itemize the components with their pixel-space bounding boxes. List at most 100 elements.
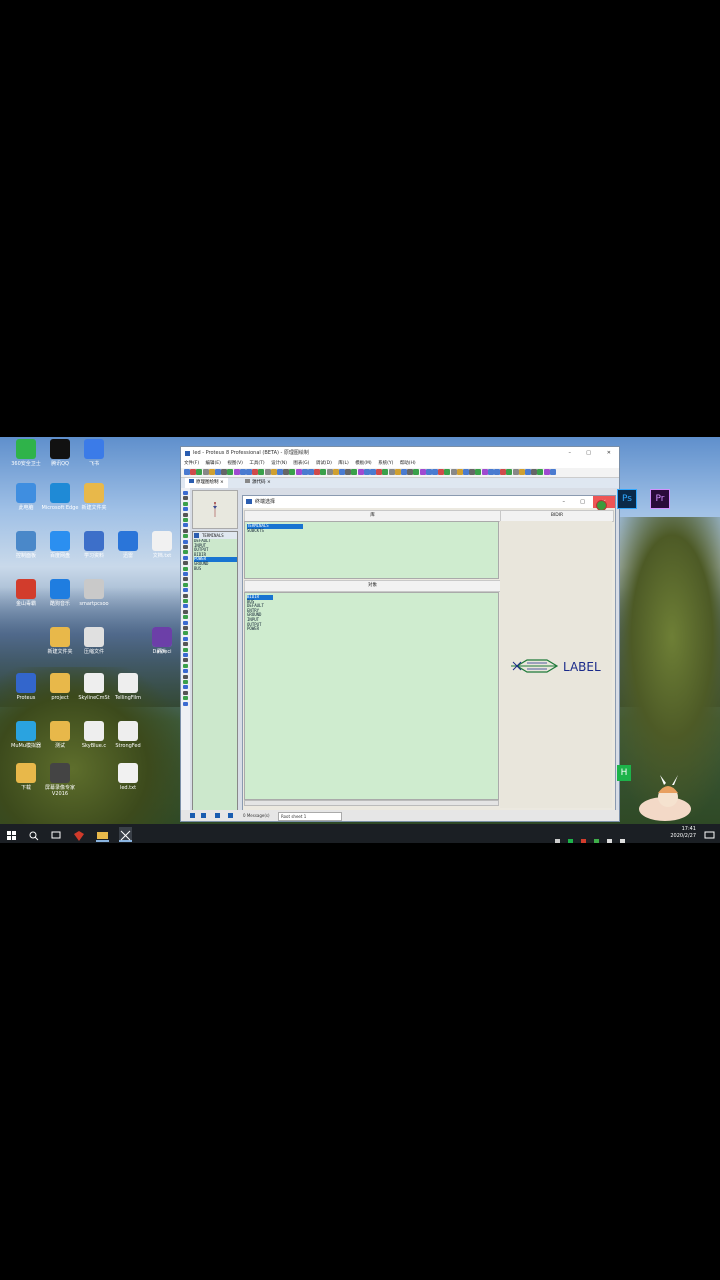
toolbar-button-icon[interactable] bbox=[227, 469, 234, 475]
desktop-icon[interactable]: TellingFilm bbox=[108, 673, 148, 701]
toolbar-button-icon[interactable] bbox=[444, 469, 451, 475]
desktop-icon[interactable]: StrongFed bbox=[108, 721, 148, 749]
toolbar-button-icon[interactable] bbox=[357, 469, 364, 475]
mode-tool-icon[interactable] bbox=[183, 599, 188, 603]
sheet-selector[interactable]: Root sheet 1 bbox=[278, 812, 342, 821]
toolbar-button-icon[interactable] bbox=[487, 469, 494, 475]
mode-tool-icon[interactable] bbox=[183, 523, 188, 528]
mode-tool-icon[interactable] bbox=[183, 690, 188, 695]
toolbar-button-icon[interactable] bbox=[475, 469, 482, 475]
toolbar-button-icon[interactable] bbox=[407, 469, 414, 475]
mode-tool-icon[interactable] bbox=[183, 669, 188, 674]
menu-graph[interactable]: 图表(G) bbox=[293, 461, 309, 466]
tab-source[interactable]: 源代码 × bbox=[241, 478, 275, 488]
messages-count[interactable]: 0 Message(s) bbox=[243, 810, 270, 821]
toolbar-button-icon[interactable] bbox=[394, 469, 401, 475]
mode-tool-icon[interactable] bbox=[183, 696, 188, 701]
toolbar-button-icon[interactable] bbox=[469, 469, 476, 475]
toolbar-button-icon[interactable] bbox=[252, 469, 259, 475]
search-icon[interactable] bbox=[27, 827, 40, 841]
notification-icon[interactable] bbox=[703, 827, 716, 840]
mode-tool-icon[interactable] bbox=[183, 631, 188, 636]
terminal-item[interactable]: BUS bbox=[194, 566, 237, 572]
desktop-icon[interactable]: 屏幕录像专家V2016 bbox=[40, 763, 80, 797]
desktop-icon[interactable]: DaVinci bbox=[142, 627, 182, 655]
pause-icon[interactable] bbox=[215, 813, 220, 818]
toolbar-button-icon[interactable] bbox=[215, 469, 221, 475]
toolbar-button-icon[interactable] bbox=[345, 469, 352, 475]
toolbar-button-icon[interactable] bbox=[239, 469, 246, 475]
dialog-minimize-icon[interactable]: – bbox=[563, 496, 566, 508]
toolbar-button-icon[interactable] bbox=[258, 469, 265, 475]
mode-tool-icon[interactable] bbox=[183, 620, 188, 625]
tab-close-icon[interactable]: × bbox=[220, 480, 224, 485]
terminal-mode-icon[interactable] bbox=[194, 533, 199, 538]
system-tray-icons[interactable]: 英 bbox=[555, 829, 635, 843]
mode-tool-icon[interactable] bbox=[183, 604, 188, 609]
premiere-icon[interactable]: Pr bbox=[650, 489, 670, 509]
toolbar-button-icon[interactable] bbox=[351, 469, 358, 475]
desktop-icon[interactable]: 新建文件夹 bbox=[74, 483, 114, 511]
minimize-icon[interactable]: – bbox=[569, 447, 572, 460]
toolbar-button-icon[interactable] bbox=[419, 469, 426, 475]
mode-tool-icon[interactable] bbox=[183, 626, 188, 630]
object-list-scrollbar[interactable] bbox=[244, 800, 499, 806]
menu-tools[interactable]: 工具(T) bbox=[249, 461, 264, 466]
toolbar-button-icon[interactable] bbox=[481, 469, 488, 475]
mode-tool-icon[interactable] bbox=[183, 593, 188, 598]
proteus-taskbar-icon[interactable] bbox=[119, 827, 132, 842]
dialog-titlebar[interactable]: 终端选择 – □ ✕ bbox=[243, 496, 615, 511]
dialog-maximize-icon[interactable]: □ bbox=[580, 496, 585, 508]
toolbar-button-icon[interactable] bbox=[277, 469, 283, 475]
mode-tool-icon[interactable] bbox=[183, 647, 188, 652]
desktop-icon[interactable]: 文档.txt bbox=[142, 531, 182, 559]
start-icon[interactable] bbox=[5, 827, 18, 840]
toolbar-button-icon[interactable] bbox=[184, 469, 190, 475]
menu-debug[interactable]: 调试(D) bbox=[316, 461, 332, 466]
mode-tool-icon[interactable] bbox=[183, 561, 188, 566]
mode-tool-icon[interactable] bbox=[183, 663, 188, 668]
toolbar-button-icon[interactable] bbox=[413, 469, 420, 475]
stop-icon[interactable] bbox=[228, 813, 233, 818]
mode-tool-icon[interactable] bbox=[183, 491, 188, 495]
toolbar-button-icon[interactable] bbox=[518, 469, 525, 475]
toolbar-button-icon[interactable] bbox=[525, 469, 531, 475]
menu-design[interactable]: 设计(N) bbox=[271, 461, 287, 466]
security-app-icon[interactable] bbox=[73, 827, 86, 841]
toolbar-button-icon[interactable] bbox=[208, 469, 215, 475]
file-explorer-icon[interactable] bbox=[96, 827, 109, 842]
desktop-icon[interactable]: smartpcsoo bbox=[74, 579, 114, 607]
mode-tool-icon[interactable] bbox=[183, 555, 188, 560]
mode-tool-icon[interactable] bbox=[183, 539, 188, 544]
mode-tool-icon[interactable] bbox=[183, 642, 188, 647]
toolbar-button-icon[interactable] bbox=[246, 469, 252, 475]
mode-tool-icon[interactable] bbox=[183, 674, 188, 679]
mode-tool-icon[interactable] bbox=[183, 572, 188, 576]
desktop-icon[interactable]: led.txt bbox=[108, 763, 148, 791]
mode-tool-icon[interactable] bbox=[183, 496, 188, 501]
desktop-icon[interactable]: 飞书 bbox=[74, 439, 114, 467]
mode-tool-icon[interactable] bbox=[183, 550, 188, 555]
mode-tool-icon[interactable] bbox=[183, 501, 188, 506]
toolbar-button-icon[interactable] bbox=[332, 469, 339, 475]
mode-tool-icon[interactable] bbox=[183, 680, 188, 684]
toolbar-button-icon[interactable] bbox=[289, 469, 296, 475]
maximize-icon[interactable]: □ bbox=[586, 447, 591, 460]
mode-tool-icon[interactable] bbox=[183, 615, 188, 620]
toolbar-button-icon[interactable] bbox=[549, 469, 556, 475]
toolbar-button-icon[interactable] bbox=[438, 469, 445, 475]
step-icon[interactable] bbox=[201, 813, 206, 818]
mode-tool-icon[interactable] bbox=[183, 609, 188, 614]
toolbar-button-icon[interactable] bbox=[456, 469, 463, 475]
toolbar-button-icon[interactable] bbox=[221, 469, 228, 475]
mode-tool-icon[interactable] bbox=[183, 653, 188, 657]
window-titlebar[interactable]: led - Proteus 8 Professional (BETA) - 原理… bbox=[181, 447, 619, 460]
toolbar-button-icon[interactable] bbox=[233, 469, 240, 475]
proteus-window[interactable]: led - Proteus 8 Professional (BETA) - 原理… bbox=[180, 446, 620, 822]
menu-template[interactable]: 模板(M) bbox=[355, 461, 371, 466]
library-item[interactable]: SUBCKTS bbox=[247, 528, 496, 534]
menu-view[interactable]: 视图(V) bbox=[227, 461, 243, 466]
mode-tool-icon[interactable] bbox=[183, 534, 188, 539]
mode-tool-icon[interactable] bbox=[183, 507, 188, 512]
terminal-select-dialog[interactable]: 终端选择 – □ ✕ 库 BIDIR TERMINALS SUBCKTS 对象 … bbox=[242, 495, 616, 811]
